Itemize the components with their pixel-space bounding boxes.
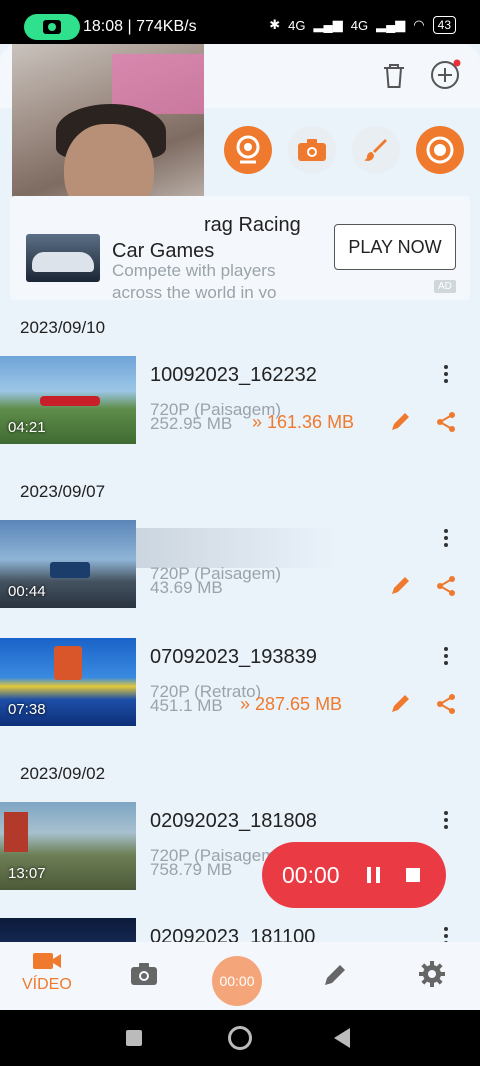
video-size: 252.95 MB (150, 414, 233, 433)
video-thumbnail[interactable]: 07:38 (0, 638, 136, 726)
network-2: 4G (350, 17, 369, 33)
pencil-icon (325, 965, 345, 985)
list-item[interactable]: 04:21 10092023_162232 720P (Paisagem) 25… (0, 356, 480, 446)
ad-title-line1: rag Racing (204, 214, 301, 236)
video-duration: 07:38 (8, 701, 46, 718)
bluetooth-icon: ✱ (269, 17, 281, 32)
nav-photo[interactable] (130, 962, 158, 986)
camera-icon (43, 20, 61, 34)
more-options-icon[interactable] (436, 644, 456, 668)
network-1: 4G (288, 17, 306, 33)
app-screen: rag Racing Car Games Compete with player… (0, 0, 480, 1010)
recents-icon[interactable] (126, 1030, 142, 1046)
edit-icon[interactable] (388, 410, 412, 439)
brush-button[interactable] (352, 126, 400, 174)
signal-icon-2: ▂▄▆ (376, 17, 406, 32)
more-options-icon[interactable] (436, 362, 456, 386)
video-size: 758.79 MB (150, 860, 233, 879)
center-record-button[interactable]: 00:00 (212, 956, 262, 1006)
video-duration: 00:44 (8, 583, 46, 600)
nav-video-label: VÍDEO (22, 976, 72, 993)
section-date: 2023/09/07 (20, 482, 106, 501)
recording-indicator[interactable] (24, 14, 80, 40)
nav-edit[interactable] (322, 962, 348, 988)
status-time-speed: 18:08 | 774KB/s (83, 18, 197, 35)
section-date: 2023/09/10 (20, 318, 106, 337)
delete-icon[interactable] (376, 58, 412, 94)
recording-timer: 00:00 (282, 862, 340, 888)
share-icon[interactable] (434, 574, 458, 603)
video-duration: 13:07 (8, 865, 46, 882)
bottom-navigation: VÍDEO 00:00 (0, 942, 480, 1010)
system-navigation-bar (0, 1010, 480, 1066)
battery-indicator: 43 (432, 16, 456, 34)
brush-icon (364, 139, 387, 161)
back-icon[interactable] (334, 1028, 350, 1048)
signal-icon: ▂▄▆ (313, 17, 343, 32)
video-name: 02092023_181808 (150, 810, 317, 832)
ad-banner[interactable]: rag Racing Car Games Compete with player… (10, 196, 470, 300)
recording-control[interactable]: 00:00 (262, 842, 446, 908)
video-name: 02092023_181100 (150, 926, 316, 942)
wifi-icon: ◠ (413, 17, 425, 32)
ad-badge: AD (434, 280, 456, 293)
compressed-size: » 287.65 MB (240, 694, 343, 714)
ad-image (26, 234, 100, 282)
add-circle-icon[interactable] (426, 56, 464, 94)
compressed-size: » 161.36 MB (252, 412, 355, 432)
section-date: 2023/09/02 (20, 764, 106, 783)
edit-icon[interactable] (388, 574, 412, 603)
video-thumbnail[interactable] (0, 918, 136, 942)
video-size: 451.1 MB (150, 696, 223, 715)
facecam-button[interactable] (224, 126, 272, 174)
video-size: 43.69 MB (150, 578, 223, 597)
video-name: 10092023_162232 (150, 364, 317, 386)
stop-icon[interactable] (406, 868, 420, 882)
record-button[interactable] (416, 126, 464, 174)
more-options-icon[interactable] (436, 924, 456, 942)
list-item[interactable]: 02092023_181100 (0, 918, 480, 942)
video-thumbnail[interactable]: 00:44 (0, 520, 136, 608)
webcam-icon (236, 135, 260, 164)
video-thumbnail[interactable]: 04:21 (0, 356, 136, 444)
play-now-button[interactable]: PLAY NOW (334, 224, 456, 270)
camera-icon (298, 139, 326, 161)
video-duration: 04:21 (8, 419, 46, 436)
pause-icon[interactable] (366, 866, 382, 889)
home-icon[interactable] (228, 1026, 252, 1050)
record-icon (426, 136, 454, 164)
video-name-placeholder (136, 528, 336, 568)
more-options-icon[interactable] (436, 526, 456, 550)
more-options-icon[interactable] (436, 808, 456, 832)
list-item[interactable]: 07:38 07092023_193839 720P (Retrato) 451… (0, 638, 480, 728)
nav-video[interactable]: VÍDEO (22, 950, 72, 994)
nav-settings[interactable] (418, 960, 446, 988)
status-icons: ✱ 4G ▂▄▆ 4G ▂▄▆ ◠ 43 (269, 16, 456, 34)
status-bar: 18:08 | 774KB/s ✱ 4G ▂▄▆ 4G ▂▄▆ ◠ 43 (0, 0, 480, 44)
video-camera-icon (32, 953, 61, 969)
video-thumbnail[interactable]: 13:07 (0, 802, 136, 890)
share-icon[interactable] (434, 410, 458, 439)
ad-description: Compete with players across the world in… (112, 261, 277, 298)
list-item[interactable]: 00:44 720P (Paisagem) 43.69 MB (0, 520, 480, 610)
share-icon[interactable] (434, 692, 458, 721)
video-name: 07092023_193839 (150, 646, 317, 668)
camera-icon (131, 963, 157, 985)
screenshot-button[interactable] (288, 126, 336, 174)
gear-icon (419, 961, 445, 987)
ad-title: rag Racing Car Games (112, 214, 322, 264)
edit-icon[interactable] (388, 692, 412, 721)
